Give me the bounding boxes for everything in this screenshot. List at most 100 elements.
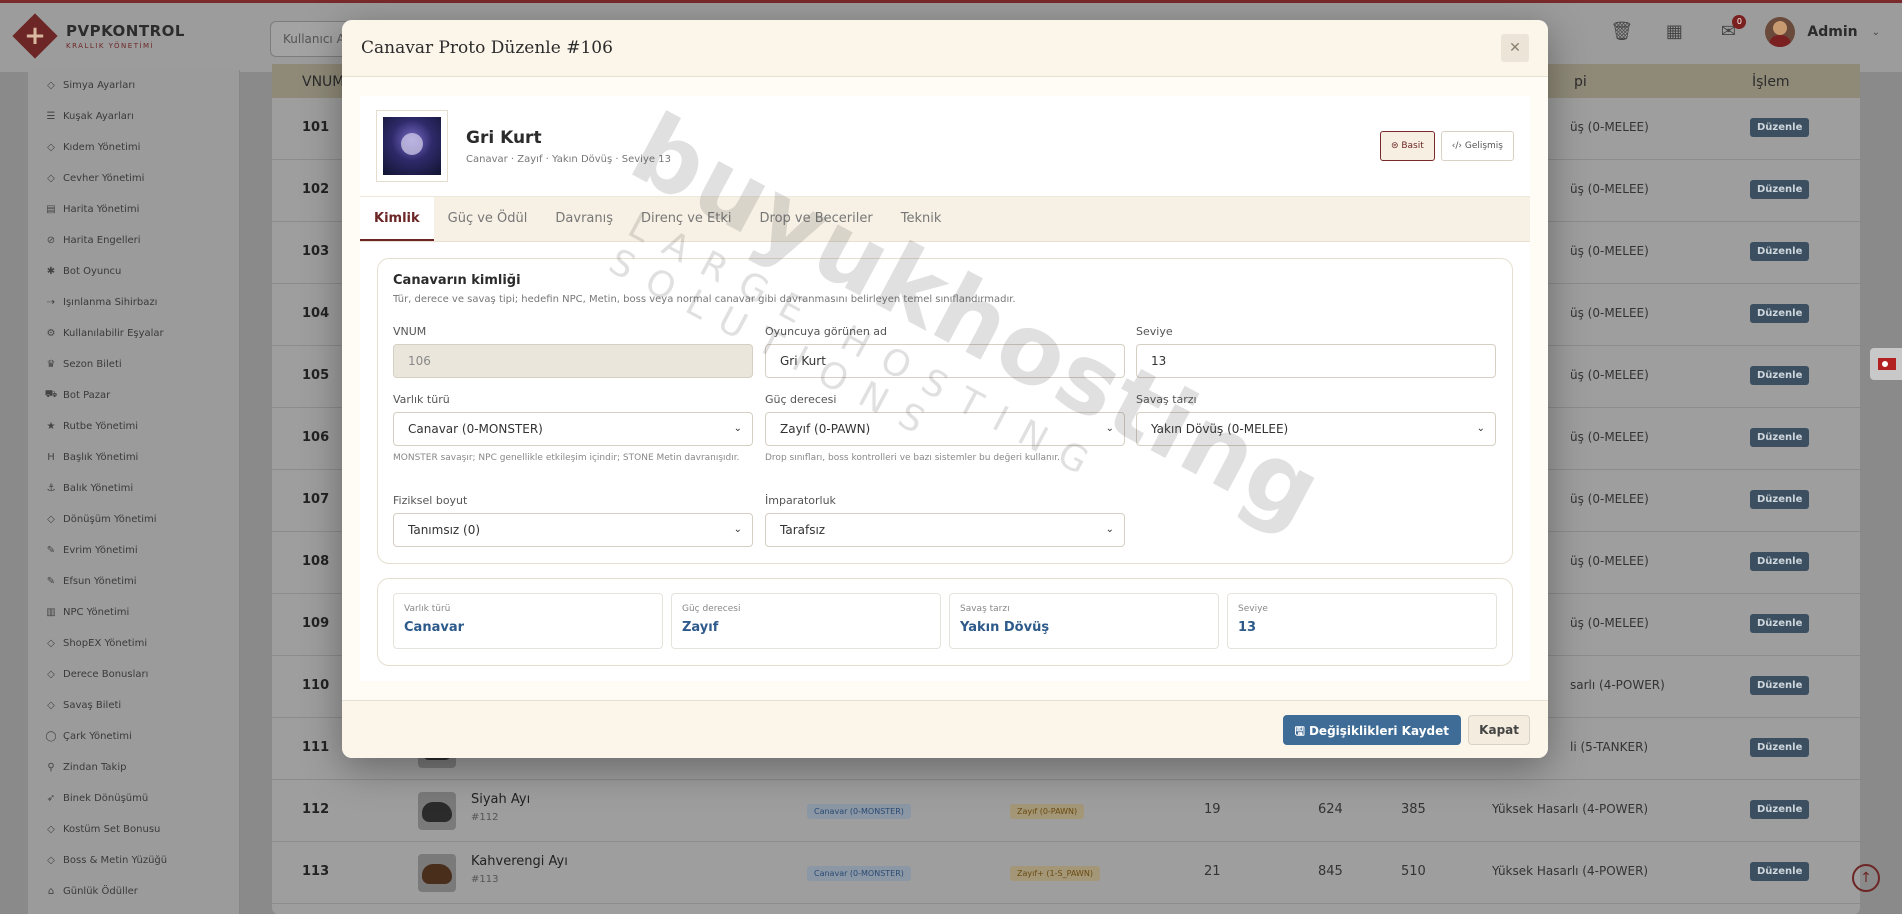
sidebar-item-label: Rutbe Yönetimi [63, 421, 139, 432]
gem-icon: ◇ [47, 173, 55, 184]
sidebar-item-label: Sezon Bileti [63, 359, 122, 370]
sidebar-item[interactable]: ▤ Harita Yönetimi [28, 194, 239, 225]
sidebar-item[interactable]: ✎ Evrim Yönetimi [28, 535, 239, 566]
summary-label: Varlık türü [404, 604, 451, 614]
edit-button[interactable]: Düzenle [1750, 366, 1810, 385]
row-vnum: 104 [302, 306, 330, 321]
edit-button[interactable]: Düzenle [1750, 118, 1810, 137]
sidebar-item[interactable]: H Başlık Yönetimi [28, 442, 239, 473]
edit-button[interactable]: Düzenle [1750, 242, 1810, 261]
pin-icon: ⚲ [47, 762, 55, 773]
gem-icon: ◇ [47, 80, 55, 91]
entity-type-hint: MONSTER savaşır; NPC genellikle etkileşi… [393, 453, 740, 463]
edit-button[interactable]: Düzenle [1750, 738, 1810, 757]
chevron-down-icon: ⌄ [733, 524, 742, 535]
modal-footer: 🖫 Değişiklikleri Kaydet Kapat [342, 700, 1548, 758]
column-vnum[interactable]: VNUM [302, 74, 344, 90]
advanced-mode-button[interactable]: ‹/› Gelişmiş [1440, 131, 1514, 161]
wand-icon: ✎ [46, 576, 56, 587]
level-input[interactable]: 13 [1136, 344, 1496, 378]
tab-guc-ve-odul[interactable]: Güç ve Ödül [434, 197, 542, 241]
sidebar-item[interactable]: ⚓ Balık Yönetimi [28, 473, 239, 504]
section-title: Canavarın kimliği [393, 273, 521, 288]
sidebar-item[interactable]: ⇢ Işınlanma Sihirbazı [28, 287, 239, 318]
sidebar-item[interactable]: ◇ Derece Bonusları [28, 659, 239, 690]
row-sub: #112 [471, 812, 499, 823]
row-type: üş (0-MELEE) [1570, 492, 1649, 506]
edit-button[interactable]: Düzenle [1750, 490, 1810, 509]
sidebar-item[interactable]: ✱ Bot Oyuncu [28, 256, 239, 287]
edit-button[interactable]: Düzenle [1750, 552, 1810, 571]
tab-davranis[interactable]: Davranış [541, 197, 627, 241]
inbox-icon[interactable]: ✉ 0 [1718, 15, 1747, 42]
display-name-input[interactable]: Gri Kurt [765, 344, 1125, 378]
sidebar-item[interactable]: ⛟ Bot Pazar [28, 380, 239, 411]
row-vnum: 102 [302, 182, 330, 197]
sidebar-item[interactable]: ◇ Kıdem Yönetimi [28, 132, 239, 163]
rank-select[interactable]: Zayıf (0-PAWN) ⌄ [765, 412, 1125, 446]
brand-logo[interactable]: + PVPKONTROL KRALLIK YÖNETİMİ [12, 13, 185, 59]
sidebar-item[interactable]: ◯ Çark Yönetimi [28, 721, 239, 752]
chevron-down-icon[interactable]: ⌄ [1872, 27, 1880, 38]
edit-button[interactable]: Düzenle [1750, 180, 1810, 199]
tab-drop-ve-beceriler[interactable]: Drop ve Beceriler [746, 197, 887, 241]
save-changes-button[interactable]: 🖫 Değişiklikleri Kaydet [1282, 715, 1461, 745]
row-name: Siyah Ayı [471, 792, 531, 807]
bug-icon: ✱ [46, 266, 56, 277]
language-flag[interactable] [1870, 348, 1902, 380]
row-sub: #113 [471, 874, 499, 885]
sidebar-item[interactable]: ⚙ Kullanılabilir Eşyalar [28, 318, 239, 349]
row-rank-badge: Zayıf+ (1-S_PAWN) [1010, 866, 1100, 881]
modal-close-button[interactable]: ✕ [1501, 34, 1529, 62]
sidebar-item-label: Evrim Yönetimi [63, 545, 138, 556]
edit-button[interactable]: Düzenle [1750, 428, 1810, 447]
scroll-top-button[interactable]: ↑ [1852, 864, 1880, 892]
sidebar-item[interactable]: ◇ Dönüşüm Yönetimi [28, 504, 239, 535]
tab-teknik[interactable]: Teknik [887, 197, 956, 241]
sidebar-item[interactable]: ◇ ShopEX Yönetimi [28, 628, 239, 659]
sidebar-item-label: NPC Yönetimi [63, 607, 130, 618]
row-type: Yüksek Hasarlı (4-POWER) [1492, 802, 1649, 816]
sidebar-item[interactable]: ▥ NPC Yönetimi [28, 597, 239, 628]
edit-button[interactable]: Düzenle [1750, 862, 1810, 881]
sidebar-item[interactable]: ◇ Simya Ayarları [28, 70, 239, 101]
rank-hint: Drop sınıfları, boss kontrolleri ve bazı… [765, 453, 1060, 463]
tab-kimlik[interactable]: Kimlik [360, 197, 434, 241]
sidebar-item[interactable]: ☰ Kuşak Ayarları [28, 101, 239, 132]
sidebar-item-label: Cevher Yönetimi [63, 173, 145, 184]
sidebar-item[interactable]: ◇ Kostüm Set Bonusu [28, 814, 239, 845]
summary-battle-type: Savaş tarzı Yakın Dövüş [949, 593, 1219, 649]
calendar-icon[interactable]: ▦ [1664, 22, 1684, 42]
sidebar-item[interactable]: ✎ Efsun Yönetimi [28, 566, 239, 597]
entity-type-select[interactable]: Canavar (0-MONSTER) ⌄ [393, 412, 753, 446]
sidebar-item[interactable]: ♛ Sezon Bileti [28, 349, 239, 380]
edit-button[interactable]: Düzenle [1750, 676, 1810, 695]
sidebar-item[interactable]: ◇ Savaş Bileti [28, 690, 239, 721]
user-name[interactable]: Admin [1807, 24, 1857, 40]
avatar[interactable] [1765, 17, 1796, 47]
monster-name: Gri Kurt [466, 127, 542, 148]
trash-icon[interactable]: 🗑 [1610, 22, 1633, 42]
empire-select[interactable]: Tarafsız ⌄ [765, 513, 1125, 547]
ban-icon: ⊘ [46, 235, 56, 246]
sidebar-item[interactable]: ➶ Binek Dönüşümü [28, 783, 239, 814]
sidebar-item[interactable]: ◇ Cevher Yönetimi [28, 163, 239, 194]
sidebar-item[interactable]: ⌂ Günlük Ödüller [28, 876, 239, 907]
sidebar-item[interactable]: ⊘ Harita Engelleri [28, 225, 239, 256]
sidebar-item[interactable]: ⚲ Zindan Takip [28, 752, 239, 783]
tab-direnc-ve-etki[interactable]: Direnç ve Etki [627, 197, 745, 241]
basic-mode-button[interactable]: ⊜ Basit [1379, 131, 1435, 161]
edit-button[interactable]: Düzenle [1750, 304, 1810, 323]
size-label: Fiziksel boyut [393, 494, 468, 507]
empire-label: İmparatorluk [765, 494, 836, 507]
battle-type-select[interactable]: Yakın Dövüş (0-MELEE) ⌄ [1136, 412, 1496, 446]
sidebar-item[interactable]: ◇ Boss & Metin Yüzüğü [28, 845, 239, 876]
table-row: 112 Siyah Ayı #112 Canavar (0-MONSTER) Zayıf… [272, 780, 1860, 842]
close-modal-button[interactable]: Kapat [1468, 715, 1530, 745]
sidebar: ◇ Simya Ayarları ☰ Kuşak Ayarları ◇ Kıdem Yön… [28, 70, 240, 914]
column-type[interactable]: pi [1574, 74, 1587, 90]
sidebar-item[interactable]: ★ Rutbe Yönetimi [28, 411, 239, 442]
size-select[interactable]: Tanımsız (0) ⌄ [393, 513, 753, 547]
edit-button[interactable]: Düzenle [1750, 614, 1810, 633]
edit-button[interactable]: Düzenle [1750, 800, 1810, 819]
